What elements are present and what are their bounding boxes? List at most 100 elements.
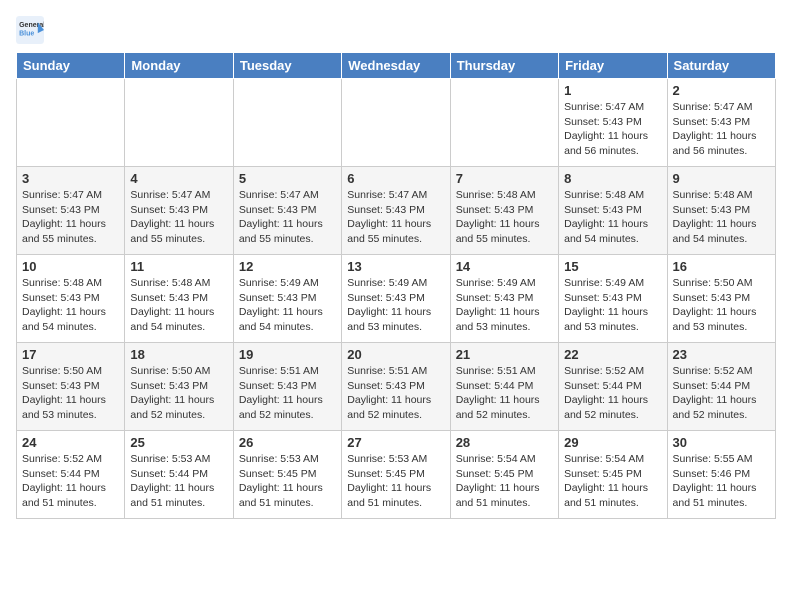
calendar-day-cell xyxy=(233,79,341,167)
page-header: General Blue xyxy=(16,16,776,44)
calendar-day-cell: 30 Sunrise: 5:55 AM Sunset: 5:46 PM Dayli… xyxy=(667,431,775,519)
day-info: Sunrise: 5:51 AM Sunset: 5:43 PM Dayligh… xyxy=(347,364,444,423)
calendar-body: 1Sunrise: 5:47 AM Sunset: 5:43 PM Daylig… xyxy=(17,79,776,519)
svg-text:Blue: Blue xyxy=(19,30,34,37)
day-number: 22 xyxy=(564,347,661,362)
calendar-day-cell: 8Sunrise: 5:48 AM Sunset: 5:43 PM Daylig… xyxy=(559,167,667,255)
calendar-day-cell xyxy=(17,79,125,167)
calendar-day-cell: 19 Sunrise: 5:51 AM Sunset: 5:43 PM Dayli… xyxy=(233,343,341,431)
day-number: 26 xyxy=(239,435,336,450)
day-number: 9 xyxy=(673,171,770,186)
day-info: Sunrise: 5:52 AM Sunset: 5:44 PM Dayligh… xyxy=(673,364,770,423)
day-number: 19 xyxy=(239,347,336,362)
calendar-day-cell: 26 Sunrise: 5:53 AM Sunset: 5:45 PM Dayli… xyxy=(233,431,341,519)
day-number: 12 xyxy=(239,259,336,274)
calendar-day-cell: 11 Sunrise: 5:48 AM Sunset: 5:43 PM Dayli… xyxy=(125,255,233,343)
calendar-day-cell: 27 Sunrise: 5:53 AM Sunset: 5:45 PM Dayli… xyxy=(342,431,450,519)
weekday-header-cell: Friday xyxy=(559,53,667,79)
calendar-day-cell: 24Sunrise: 5:52 AM Sunset: 5:44 PM Dayli… xyxy=(17,431,125,519)
calendar-day-cell: 3 Sunrise: 5:47 AM Sunset: 5:43 PM Daylig… xyxy=(17,167,125,255)
day-number: 30 xyxy=(673,435,770,450)
day-number: 20 xyxy=(347,347,444,362)
day-number: 25 xyxy=(130,435,227,450)
calendar-day-cell: 21 Sunrise: 5:51 AM Sunset: 5:44 PM Dayli… xyxy=(450,343,558,431)
calendar-day-cell: 10 Sunrise: 5:48 AM Sunset: 5:43 PM Dayli… xyxy=(17,255,125,343)
day-number: 16 xyxy=(673,259,770,274)
day-info: Sunrise: 5:52 AM Sunset: 5:44 PM Dayligh… xyxy=(564,364,661,423)
weekday-header-row: SundayMondayTuesdayWednesdayThursdayFrid… xyxy=(17,53,776,79)
day-number: 4 xyxy=(130,171,227,186)
day-info: Sunrise: 5:47 AM Sunset: 5:43 PM Dayligh… xyxy=(239,188,336,247)
day-number: 23 xyxy=(673,347,770,362)
calendar-day-cell xyxy=(342,79,450,167)
day-info: Sunrise: 5:52 AM Sunset: 5:44 PM Dayligh… xyxy=(22,452,119,511)
day-info: Sunrise: 5:53 AM Sunset: 5:45 PM Dayligh… xyxy=(239,452,336,511)
weekday-header-cell: Sunday xyxy=(17,53,125,79)
day-number: 10 xyxy=(22,259,119,274)
day-info: Sunrise: 5:47 AM Sunset: 5:43 PM Dayligh… xyxy=(130,188,227,247)
calendar-day-cell xyxy=(125,79,233,167)
day-info: Sunrise: 5:47 AM Sunset: 5:43 PM Dayligh… xyxy=(347,188,444,247)
weekday-header-cell: Thursday xyxy=(450,53,558,79)
day-number: 11 xyxy=(130,259,227,274)
calendar-day-cell: 5 Sunrise: 5:47 AM Sunset: 5:43 PM Daylig… xyxy=(233,167,341,255)
day-info: Sunrise: 5:49 AM Sunset: 5:43 PM Dayligh… xyxy=(456,276,553,335)
calendar-day-cell: 1Sunrise: 5:47 AM Sunset: 5:43 PM Daylig… xyxy=(559,79,667,167)
day-info: Sunrise: 5:48 AM Sunset: 5:43 PM Dayligh… xyxy=(673,188,770,247)
calendar-week-row: 3 Sunrise: 5:47 AM Sunset: 5:43 PM Daylig… xyxy=(17,167,776,255)
calendar-day-cell: 15Sunrise: 5:49 AM Sunset: 5:43 PM Dayli… xyxy=(559,255,667,343)
day-number: 18 xyxy=(130,347,227,362)
calendar-day-cell: 4 Sunrise: 5:47 AM Sunset: 5:43 PM Daylig… xyxy=(125,167,233,255)
day-number: 28 xyxy=(456,435,553,450)
day-info: Sunrise: 5:53 AM Sunset: 5:45 PM Dayligh… xyxy=(347,452,444,511)
weekday-header-cell: Monday xyxy=(125,53,233,79)
weekday-header-cell: Tuesday xyxy=(233,53,341,79)
day-number: 27 xyxy=(347,435,444,450)
logo-icon: General Blue xyxy=(16,16,44,44)
day-number: 15 xyxy=(564,259,661,274)
calendar-day-cell: 29 Sunrise: 5:54 AM Sunset: 5:45 PM Dayli… xyxy=(559,431,667,519)
day-number: 14 xyxy=(456,259,553,274)
day-info: Sunrise: 5:51 AM Sunset: 5:43 PM Dayligh… xyxy=(239,364,336,423)
day-info: Sunrise: 5:48 AM Sunset: 5:43 PM Dayligh… xyxy=(130,276,227,335)
calendar-day-cell: 13Sunrise: 5:49 AM Sunset: 5:43 PM Dayli… xyxy=(342,255,450,343)
calendar-day-cell: 25Sunrise: 5:53 AM Sunset: 5:44 PM Dayli… xyxy=(125,431,233,519)
weekday-header-cell: Saturday xyxy=(667,53,775,79)
day-number: 6 xyxy=(347,171,444,186)
calendar-day-cell: 7 Sunrise: 5:48 AM Sunset: 5:43 PM Daylig… xyxy=(450,167,558,255)
day-info: Sunrise: 5:50 AM Sunset: 5:43 PM Dayligh… xyxy=(22,364,119,423)
day-info: Sunrise: 5:51 AM Sunset: 5:44 PM Dayligh… xyxy=(456,364,553,423)
calendar-week-row: 24Sunrise: 5:52 AM Sunset: 5:44 PM Dayli… xyxy=(17,431,776,519)
day-number: 3 xyxy=(22,171,119,186)
calendar-week-row: 1Sunrise: 5:47 AM Sunset: 5:43 PM Daylig… xyxy=(17,79,776,167)
calendar-day-cell: 14 Sunrise: 5:49 AM Sunset: 5:43 PM Dayli… xyxy=(450,255,558,343)
day-info: Sunrise: 5:55 AM Sunset: 5:46 PM Dayligh… xyxy=(673,452,770,511)
calendar-day-cell: 23 Sunrise: 5:52 AM Sunset: 5:44 PM Dayli… xyxy=(667,343,775,431)
day-info: Sunrise: 5:47 AM Sunset: 5:43 PM Dayligh… xyxy=(22,188,119,247)
day-number: 21 xyxy=(456,347,553,362)
calendar-week-row: 10 Sunrise: 5:48 AM Sunset: 5:43 PM Dayli… xyxy=(17,255,776,343)
calendar-day-cell: 12 Sunrise: 5:49 AM Sunset: 5:43 PM Dayli… xyxy=(233,255,341,343)
day-number: 13 xyxy=(347,259,444,274)
calendar-day-cell: 22 Sunrise: 5:52 AM Sunset: 5:44 PM Dayli… xyxy=(559,343,667,431)
calendar-day-cell: 2Sunrise: 5:47 AM Sunset: 5:43 PM Daylig… xyxy=(667,79,775,167)
day-number: 17 xyxy=(22,347,119,362)
calendar-day-cell: 6 Sunrise: 5:47 AM Sunset: 5:43 PM Daylig… xyxy=(342,167,450,255)
day-info: Sunrise: 5:48 AM Sunset: 5:43 PM Dayligh… xyxy=(22,276,119,335)
day-info: Sunrise: 5:54 AM Sunset: 5:45 PM Dayligh… xyxy=(564,452,661,511)
logo: General Blue xyxy=(16,16,48,44)
day-number: 5 xyxy=(239,171,336,186)
day-info: Sunrise: 5:50 AM Sunset: 5:43 PM Dayligh… xyxy=(130,364,227,423)
calendar-table: SundayMondayTuesdayWednesdayThursdayFrid… xyxy=(16,52,776,519)
calendar-day-cell: 17 Sunrise: 5:50 AM Sunset: 5:43 PM Dayli… xyxy=(17,343,125,431)
day-info: Sunrise: 5:48 AM Sunset: 5:43 PM Dayligh… xyxy=(564,188,661,247)
weekday-header-cell: Wednesday xyxy=(342,53,450,79)
day-number: 29 xyxy=(564,435,661,450)
day-info: Sunrise: 5:50 AM Sunset: 5:43 PM Dayligh… xyxy=(673,276,770,335)
day-number: 7 xyxy=(456,171,553,186)
day-info: Sunrise: 5:48 AM Sunset: 5:43 PM Dayligh… xyxy=(456,188,553,247)
day-info: Sunrise: 5:49 AM Sunset: 5:43 PM Dayligh… xyxy=(239,276,336,335)
calendar-day-cell: 18 Sunrise: 5:50 AM Sunset: 5:43 PM Dayli… xyxy=(125,343,233,431)
day-number: 2 xyxy=(673,83,770,98)
calendar-day-cell: 28Sunrise: 5:54 AM Sunset: 5:45 PM Dayli… xyxy=(450,431,558,519)
